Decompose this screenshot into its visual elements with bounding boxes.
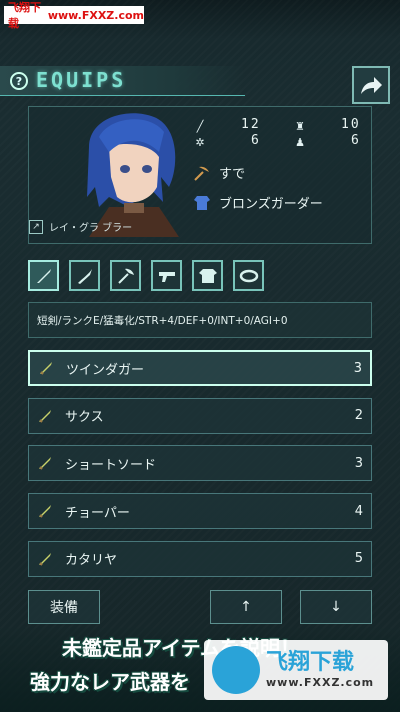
tab-gun[interactable] <box>151 260 182 291</box>
tab-sword[interactable] <box>69 260 100 291</box>
equip-button[interactable]: 装備 <box>28 590 100 624</box>
item-count: 2 <box>354 408 363 424</box>
equipped-weapon-name: すで <box>219 167 246 182</box>
agility-value: 6 <box>351 133 361 148</box>
category-tabs <box>28 260 264 291</box>
item-count: 3 <box>353 360 362 376</box>
character-name-label: レイ・グラ ブラー <box>49 223 133 234</box>
move-down-button[interactable]: ↓ <box>300 590 372 624</box>
list-item[interactable]: サクス 2 <box>28 397 372 434</box>
defense-icon: ♜ <box>295 119 305 133</box>
item-name: ツインダガー <box>66 362 145 378</box>
edit-icon[interactable]: ↗ <box>29 219 43 234</box>
list-item[interactable]: ショートソード 3 <box>28 445 372 482</box>
equipped-armor-name: ブロンズガーダー <box>219 197 323 212</box>
list-item[interactable]: カタリヤ 5 <box>28 540 372 577</box>
item-name: ショートソード <box>65 457 157 473</box>
stat-row-1: ╱ 12 ♜ 10 <box>193 117 369 133</box>
item-name: サクス <box>65 410 104 426</box>
watermark-url: www.FXXZ.com <box>47 8 144 22</box>
watermark-top: 飞翔下载 www.FXXZ.com <box>4 1 144 30</box>
item-name: チョーパー <box>65 505 130 521</box>
sword-icon <box>77 268 92 284</box>
dagger-icon <box>39 505 51 518</box>
armor-icon <box>194 195 210 210</box>
ring-icon <box>239 269 258 282</box>
dagger-icon <box>40 362 52 375</box>
banner-line-2: 強力なレア武器を <box>30 670 190 694</box>
attack-icon: ╱ <box>196 119 204 133</box>
watermark-logo-icon <box>212 646 260 694</box>
dagger-icon <box>39 457 51 471</box>
tab-dagger[interactable] <box>28 260 59 291</box>
share-button[interactable] <box>352 66 390 104</box>
tab-armor[interactable] <box>192 260 223 291</box>
move-up-button[interactable]: ↑ <box>210 590 282 624</box>
attack-value: 12 <box>241 117 261 132</box>
dagger-icon <box>39 552 51 566</box>
item-name: カタリヤ <box>65 553 118 569</box>
promo-banner: 未鑑定品アイテムを説明！ 強力なレア武器を 飞翔下载 www.FXXZ.com <box>0 628 400 712</box>
watermark-title: 飞翔下载 <box>266 650 355 675</box>
watermark-bottom: 飞翔下载 www.FXXZ.com <box>204 640 388 700</box>
magic-icon: ✲ <box>195 135 205 149</box>
item-list: ツインダガー 3 サクス 2 ショートソード 3 チョーパー 4 カタリヤ 5 <box>28 350 372 588</box>
dagger-icon <box>36 268 51 283</box>
character-panel: ╱ 12 ♜ 10 ✲ 6 ♟ 6 すで ブロンズガーダー ↗ レイ・グラ ブラ… <box>28 106 372 244</box>
stats-block: ╱ 12 ♜ 10 ✲ 6 ♟ 6 <box>193 117 369 149</box>
help-button[interactable]: ? <box>10 72 28 90</box>
pickaxe-icon <box>194 166 209 181</box>
item-count: 4 <box>354 503 363 519</box>
header: ? EQUIPS <box>0 62 400 106</box>
item-count: 3 <box>354 455 363 471</box>
list-item[interactable]: チョーパー 4 <box>28 493 372 530</box>
page-title: EQUIPS <box>36 68 127 92</box>
tab-axe[interactable] <box>110 260 141 291</box>
character-portrait <box>87 113 179 237</box>
item-count: 5 <box>354 551 363 567</box>
shirt-icon <box>198 268 217 283</box>
boot-icon: ♟ <box>295 135 305 149</box>
item-description-text: 短剣/ランクE/猛毒化/STR+4/DEF+0/INT+0/AGI+0 <box>37 314 288 327</box>
character-name: ↗ レイ・グラ ブラー <box>29 219 132 234</box>
list-item[interactable]: ツインダガー 3 <box>28 350 372 386</box>
magic-value: 6 <box>251 133 261 148</box>
axe-icon <box>117 268 134 284</box>
dagger-icon <box>39 409 51 423</box>
share-arrow-icon <box>361 77 382 94</box>
gun-icon <box>158 271 175 282</box>
watermark-url-bottom: www.FXXZ.com <box>266 676 375 689</box>
item-description: 短剣/ランクE/猛毒化/STR+4/DEF+0/INT+0/AGI+0 <box>28 302 372 338</box>
equipped-weapon: すで <box>193 163 245 182</box>
watermark-brand: 飞翔下载 <box>8 1 41 30</box>
stat-row-2: ✲ 6 ♟ 6 <box>193 133 369 149</box>
tab-accessory[interactable] <box>233 260 264 291</box>
defense-value: 10 <box>341 117 361 132</box>
action-bar: 装備 ↑ ↓ <box>28 590 372 624</box>
equipped-armor: ブロンズガーダー <box>193 193 323 212</box>
